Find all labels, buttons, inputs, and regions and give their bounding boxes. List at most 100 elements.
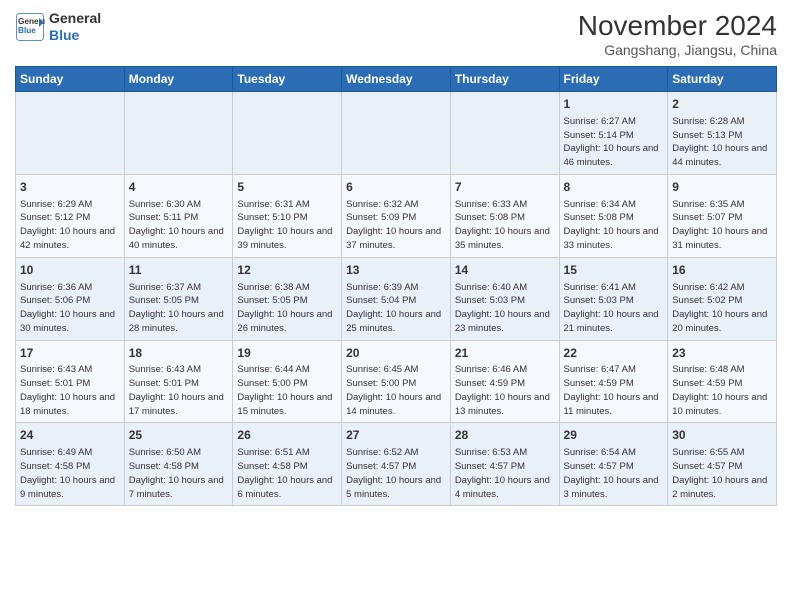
table-cell: 10Sunrise: 6:36 AMSunset: 5:06 PMDayligh… <box>16 257 125 340</box>
day-info: Sunrise: 6:42 AMSunset: 5:02 PMDaylight:… <box>672 281 772 336</box>
day-info: Sunrise: 6:52 AMSunset: 4:57 PMDaylight:… <box>346 446 446 501</box>
day-info: Sunrise: 6:40 AMSunset: 5:03 PMDaylight:… <box>455 281 555 336</box>
table-cell: 22Sunrise: 6:47 AMSunset: 4:59 PMDayligh… <box>559 340 668 423</box>
day-number: 19 <box>237 345 337 362</box>
day-number: 8 <box>564 179 664 196</box>
day-number: 12 <box>237 262 337 279</box>
day-info: Sunrise: 6:31 AMSunset: 5:10 PMDaylight:… <box>237 198 337 253</box>
day-info: Sunrise: 6:39 AMSunset: 5:04 PMDaylight:… <box>346 281 446 336</box>
table-cell: 20Sunrise: 6:45 AMSunset: 5:00 PMDayligh… <box>342 340 451 423</box>
day-number: 21 <box>455 345 555 362</box>
day-number: 3 <box>20 179 120 196</box>
calendar-body: 1 Sunrise: 6:27 AMSunset: 5:14 PMDaylight… <box>16 92 777 506</box>
day-number: 25 <box>129 427 229 444</box>
header-sunday: Sunday <box>16 67 125 92</box>
day-number: 29 <box>564 427 664 444</box>
header-tuesday: Tuesday <box>233 67 342 92</box>
day-info: Sunrise: 6:50 AMSunset: 4:58 PMDaylight:… <box>129 446 229 501</box>
table-cell: 6Sunrise: 6:32 AMSunset: 5:09 PMDaylight… <box>342 174 451 257</box>
day-info: Sunrise: 6:28 AMSunset: 5:13 PMDaylight:… <box>672 115 772 170</box>
day-number: 9 <box>672 179 772 196</box>
day-number: 4 <box>129 179 229 196</box>
day-number: 2 <box>672 96 772 113</box>
day-number: 1 <box>564 96 664 113</box>
table-cell: 19Sunrise: 6:44 AMSunset: 5:00 PMDayligh… <box>233 340 342 423</box>
day-number: 18 <box>129 345 229 362</box>
calendar-table: Sunday Monday Tuesday Wednesday Thursday… <box>15 66 777 506</box>
day-info: Sunrise: 6:32 AMSunset: 5:09 PMDaylight:… <box>346 198 446 253</box>
table-cell: 26Sunrise: 6:51 AMSunset: 4:58 PMDayligh… <box>233 423 342 506</box>
table-cell: 18Sunrise: 6:43 AMSunset: 5:01 PMDayligh… <box>124 340 233 423</box>
table-cell <box>450 92 559 175</box>
table-cell: 27 Sunrise: 6:52 AMSunset: 4:57 PMDayligh… <box>342 423 451 506</box>
table-cell: 9 Sunrise: 6:35 AMSunset: 5:07 PMDaylight… <box>668 174 777 257</box>
table-cell: 3 Sunrise: 6:29 AMSunset: 5:12 PMDaylight… <box>16 174 125 257</box>
day-number: 30 <box>672 427 772 444</box>
day-info: Sunrise: 6:48 AMSunset: 4:59 PMDaylight:… <box>672 363 772 418</box>
table-cell: 21Sunrise: 6:46 AMSunset: 4:59 PMDayligh… <box>450 340 559 423</box>
calendar-row: 24Sunrise: 6:49 AMSunset: 4:58 PMDayligh… <box>16 423 777 506</box>
table-cell: 29 Sunrise: 6:54 AMSunset: 4:57 PMDayligh… <box>559 423 668 506</box>
day-info: Sunrise: 6:46 AMSunset: 4:59 PMDaylight:… <box>455 363 555 418</box>
day-info: Sunrise: 6:34 AMSunset: 5:08 PMDaylight:… <box>564 198 664 253</box>
table-cell: 23Sunrise: 6:48 AMSunset: 4:59 PMDayligh… <box>668 340 777 423</box>
day-info: Sunrise: 6:43 AMSunset: 5:01 PMDaylight:… <box>20 363 120 418</box>
day-info: Sunrise: 6:43 AMSunset: 5:01 PMDaylight:… <box>129 363 229 418</box>
logo: General Blue General Blue <box>15 10 101 44</box>
day-info: Sunrise: 6:47 AMSunset: 4:59 PMDaylight:… <box>564 363 664 418</box>
day-number: 24 <box>20 427 120 444</box>
svg-text:Blue: Blue <box>18 26 36 35</box>
title-area: November 2024 Gangshang, Jiangsu, China <box>578 10 777 58</box>
day-info: Sunrise: 6:37 AMSunset: 5:05 PMDaylight:… <box>129 281 229 336</box>
table-cell: 16 Sunrise: 6:42 AMSunset: 5:02 PMDayligh… <box>668 257 777 340</box>
day-number: 16 <box>672 262 772 279</box>
table-cell: 14 Sunrise: 6:40 AMSunset: 5:03 PMDayligh… <box>450 257 559 340</box>
calendar-row: 3 Sunrise: 6:29 AMSunset: 5:12 PMDaylight… <box>16 174 777 257</box>
day-info: Sunrise: 6:44 AMSunset: 5:00 PMDaylight:… <box>237 363 337 418</box>
table-cell <box>233 92 342 175</box>
day-info: Sunrise: 6:55 AMSunset: 4:57 PMDaylight:… <box>672 446 772 501</box>
day-info: Sunrise: 6:35 AMSunset: 5:07 PMDaylight:… <box>672 198 772 253</box>
header: General Blue General Blue November 2024 … <box>15 10 777 58</box>
day-number: 27 <box>346 427 446 444</box>
page-container: General Blue General Blue November 2024 … <box>0 0 792 612</box>
month-title: November 2024 <box>578 10 777 42</box>
day-number: 15 <box>564 262 664 279</box>
weekday-header-row: Sunday Monday Tuesday Wednesday Thursday… <box>16 67 777 92</box>
day-number: 17 <box>20 345 120 362</box>
header-friday: Friday <box>559 67 668 92</box>
header-thursday: Thursday <box>450 67 559 92</box>
calendar-row: 1 Sunrise: 6:27 AMSunset: 5:14 PMDaylight… <box>16 92 777 175</box>
day-number: 7 <box>455 179 555 196</box>
table-cell <box>342 92 451 175</box>
table-cell: 13 Sunrise: 6:39 AMSunset: 5:04 PMDayligh… <box>342 257 451 340</box>
day-info: Sunrise: 6:29 AMSunset: 5:12 PMDaylight:… <box>20 198 120 253</box>
table-cell: 28 Sunrise: 6:53 AMSunset: 4:57 PMDayligh… <box>450 423 559 506</box>
table-cell <box>16 92 125 175</box>
day-number: 10 <box>20 262 120 279</box>
table-cell: 4 Sunrise: 6:30 AMSunset: 5:11 PMDaylight… <box>124 174 233 257</box>
day-number: 13 <box>346 262 446 279</box>
table-cell: 8 Sunrise: 6:34 AMSunset: 5:08 PMDaylight… <box>559 174 668 257</box>
day-number: 23 <box>672 345 772 362</box>
day-info: Sunrise: 6:54 AMSunset: 4:57 PMDaylight:… <box>564 446 664 501</box>
table-cell: 30 Sunrise: 6:55 AMSunset: 4:57 PMDayligh… <box>668 423 777 506</box>
table-cell: 11Sunrise: 6:37 AMSunset: 5:05 PMDayligh… <box>124 257 233 340</box>
table-cell: 5Sunrise: 6:31 AMSunset: 5:10 PMDaylight… <box>233 174 342 257</box>
calendar-row: 10Sunrise: 6:36 AMSunset: 5:06 PMDayligh… <box>16 257 777 340</box>
day-number: 28 <box>455 427 555 444</box>
table-cell: 12 Sunrise: 6:38 AMSunset: 5:05 PMDayligh… <box>233 257 342 340</box>
calendar-row: 17Sunrise: 6:43 AMSunset: 5:01 PMDayligh… <box>16 340 777 423</box>
day-number: 14 <box>455 262 555 279</box>
logo-text: General Blue <box>49 10 101 44</box>
day-info: Sunrise: 6:38 AMSunset: 5:05 PMDaylight:… <box>237 281 337 336</box>
table-cell: 17Sunrise: 6:43 AMSunset: 5:01 PMDayligh… <box>16 340 125 423</box>
day-info: Sunrise: 6:27 AMSunset: 5:14 PMDaylight:… <box>564 115 664 170</box>
day-info: Sunrise: 6:53 AMSunset: 4:57 PMDaylight:… <box>455 446 555 501</box>
table-cell: 24Sunrise: 6:49 AMSunset: 4:58 PMDayligh… <box>16 423 125 506</box>
day-info: Sunrise: 6:45 AMSunset: 5:00 PMDaylight:… <box>346 363 446 418</box>
day-number: 20 <box>346 345 446 362</box>
day-info: Sunrise: 6:41 AMSunset: 5:03 PMDaylight:… <box>564 281 664 336</box>
day-info: Sunrise: 6:30 AMSunset: 5:11 PMDaylight:… <box>129 198 229 253</box>
logo-icon: General Blue <box>15 12 45 42</box>
